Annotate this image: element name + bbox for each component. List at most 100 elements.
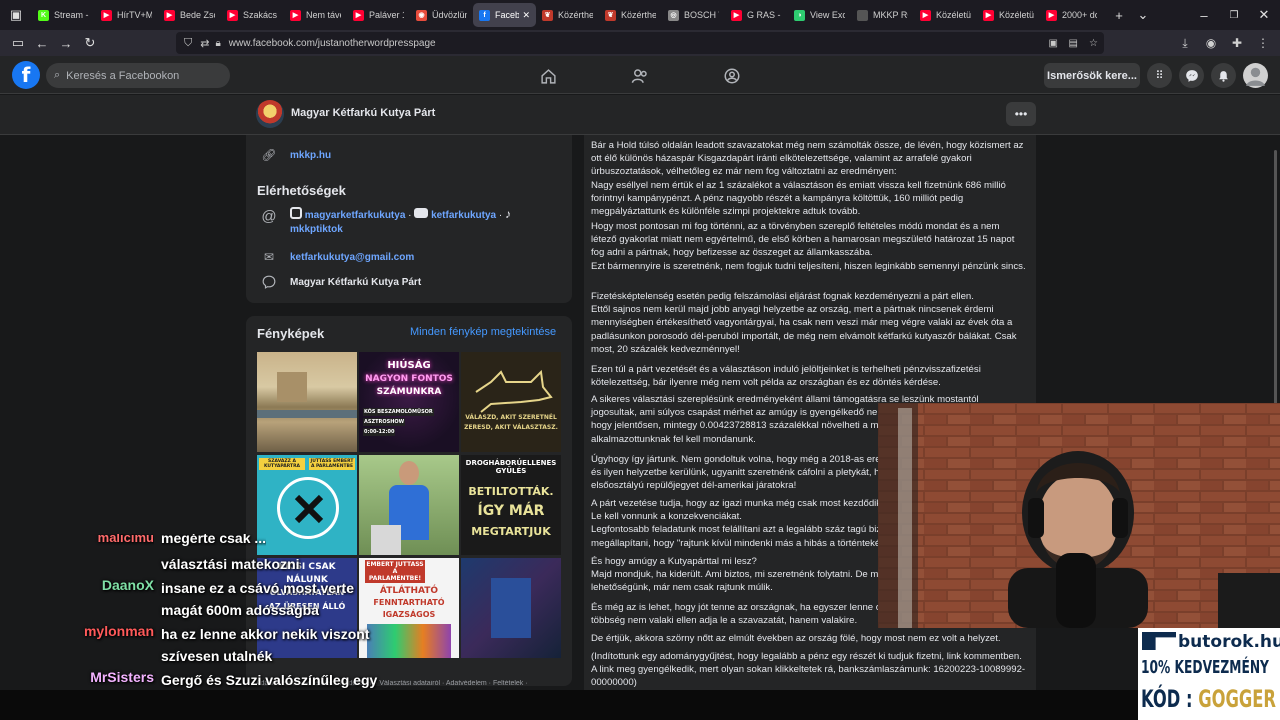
menu-grid-icon[interactable]: ⠿ bbox=[1147, 63, 1172, 88]
photo-4-top2: JUTTASS EMBERT A PARLAMENTBE bbox=[309, 458, 355, 470]
restore-icon[interactable]: ❐ bbox=[1222, 4, 1246, 26]
tab-label: Paláver 1 bbox=[369, 10, 404, 20]
tab-favicon-icon: ▶ bbox=[920, 9, 931, 21]
browser-tab[interactable]: f Facebo✕ bbox=[473, 3, 536, 27]
messenger-icon[interactable] bbox=[1179, 63, 1204, 88]
forward-icon[interactable]: → bbox=[54, 32, 78, 54]
page-sticky-header: Magyar Kétfarkú Kutya Párt ••• bbox=[0, 95, 1280, 135]
back-icon[interactable]: ← bbox=[30, 32, 54, 54]
browser-tab[interactable]: ▶ 2000+ do bbox=[1040, 3, 1103, 27]
search-icon: ⌕ bbox=[54, 69, 61, 81]
chat-message-text: ha ez lenne akkor nekik viszont bbox=[161, 626, 370, 642]
url-text[interactable]: www.facebook.com/justanotherwordpresspag… bbox=[229, 38, 436, 49]
tab-label: G RAS - K bbox=[747, 10, 782, 20]
lock-icon[interactable]: 🔒︎ bbox=[215, 38, 220, 49]
find-friends-button[interactable]: Ismerősök kere... bbox=[1044, 63, 1140, 88]
tab-close-icon[interactable]: ✕ bbox=[522, 10, 530, 21]
facebook-search[interactable]: ⌕ Keresés a Facebookon bbox=[46, 63, 230, 88]
tiktok-link[interactable]: mkkptiktok bbox=[290, 224, 343, 235]
tab-overview-icon[interactable]: ▣ bbox=[4, 4, 28, 26]
menu-icon[interactable]: ⋮ bbox=[1252, 32, 1274, 54]
instagram-link[interactable]: magyarketfarkukutya bbox=[305, 210, 406, 221]
profile-avatar[interactable] bbox=[1243, 63, 1268, 88]
page-avatar[interactable] bbox=[256, 100, 284, 128]
browser-tab[interactable]: ❦ Közérthet bbox=[536, 3, 599, 27]
photo-1[interactable] bbox=[257, 352, 357, 452]
social-links: magyarketfarkukutya · ketfarkukutya · ♪ … bbox=[290, 207, 530, 237]
browser-tab[interactable]: ▶ Közéletün bbox=[914, 3, 977, 27]
extensions-icon[interactable]: ✚ bbox=[1226, 32, 1248, 54]
photo-8-main3: IGAZSÁGOS bbox=[382, 610, 436, 619]
photo-8[interactable]: EMBERT JUTTASS A PARLAMENTBE! ÁTLÁTHATÓ … bbox=[359, 558, 459, 658]
groups-nav-icon[interactable] bbox=[712, 65, 752, 87]
account-icon[interactable]: ◉ bbox=[1200, 32, 1222, 54]
more-options-icon[interactable]: ••• bbox=[1006, 102, 1036, 126]
permissions-icon[interactable]: ⇄ bbox=[200, 37, 209, 50]
photo-4-top: SZAVAZZ A KUTYAPÁRTRA bbox=[259, 458, 305, 470]
tab-label: MKKP RÓSÁN bbox=[873, 10, 908, 20]
browser-tab[interactable]: K Stream - bbox=[32, 3, 95, 27]
tab-favicon-icon: ❦ bbox=[605, 9, 616, 21]
messenger-contact-icon bbox=[260, 273, 278, 291]
address-bar[interactable]: ⛉ ⇄ 🔒︎ www.facebook.com/justanotherwordp… bbox=[176, 32, 1104, 54]
browser-tab[interactable]: ◉ Üdvözlün bbox=[410, 3, 473, 27]
tab-label: BOSCH W bbox=[684, 10, 719, 20]
browser-tab[interactable]: ❦ Közérthet bbox=[599, 3, 662, 27]
new-tab-icon[interactable]: + bbox=[1107, 4, 1131, 26]
picture-in-picture-icon[interactable]: ▣ bbox=[1049, 38, 1058, 49]
photo-2-line1: HIÚSÁG bbox=[387, 360, 431, 371]
browser-tab[interactable]: ▶ Bede Zsó bbox=[158, 3, 221, 27]
post-paragraph: Ezen túl a párt vezetését és a választás… bbox=[591, 364, 981, 389]
youtube-link[interactable]: ketfarkukutya bbox=[431, 210, 496, 221]
photo-6-main1: BETILTOTTÁK. bbox=[468, 485, 554, 498]
photo-5[interactable] bbox=[359, 455, 459, 555]
photo-6[interactable]: DROGHÁBORÚELLENES GYŰLÉS BETILTOTTÁK. ÍG… bbox=[461, 455, 561, 555]
friends-nav-icon[interactable] bbox=[620, 65, 660, 87]
shield-icon[interactable]: ⛉ bbox=[184, 37, 192, 50]
see-all-photos-link[interactable]: Minden fénykép megtekintése bbox=[410, 326, 556, 338]
browser-tools: ⤓ ◉ ✚ ⋮ bbox=[1174, 32, 1274, 54]
website-link[interactable]: mkkp.hu bbox=[290, 150, 331, 161]
tab-label: HírTV+M bbox=[117, 10, 152, 20]
browser-tab[interactable]: MKKP RÓSÁN bbox=[851, 3, 914, 27]
chat-message-text-cont: szívesen utalnék bbox=[161, 648, 273, 664]
chat-username: DaanoX bbox=[101, 577, 154, 593]
reload-icon[interactable]: ↻ bbox=[78, 32, 102, 54]
facebook-logo[interactable]: f bbox=[12, 61, 40, 89]
sponsor-code-label: KÓD : bbox=[1141, 685, 1199, 713]
photo-4[interactable]: SZAVAZZ A KUTYAPÁRTRA JUTTASS EMBERT A P… bbox=[257, 455, 357, 555]
home-nav-icon[interactable] bbox=[528, 65, 568, 87]
tab-label: Nem táve bbox=[306, 10, 341, 20]
contacts-title: Elérhetőségek bbox=[257, 183, 346, 198]
notifications-bell-icon[interactable] bbox=[1211, 63, 1236, 88]
youtube-icon bbox=[414, 208, 429, 218]
reader-view-icon[interactable]: ▤ bbox=[1069, 38, 1078, 49]
sponsor-banner: butorok.hu 10% KEDVEZMÉNY KÓD : GOGGER bbox=[1138, 628, 1280, 720]
browser-tab[interactable]: ▶ G RAS - K bbox=[725, 3, 788, 27]
browser-tab[interactable]: ◑ View Exce bbox=[788, 3, 851, 27]
tab-list-dropdown-icon[interactable]: ⌄ bbox=[1131, 4, 1155, 26]
post-paragraph: Hogy most pontosan mi fog történni, az a… bbox=[591, 221, 1026, 272]
tab-label: Szakács I bbox=[243, 10, 278, 20]
browser-tab[interactable]: ▶ Nem táve bbox=[284, 3, 347, 27]
minimize-icon[interactable]: – bbox=[1192, 4, 1216, 26]
sidebar-toggle-icon[interactable]: ▭ bbox=[6, 32, 30, 54]
messenger-name[interactable]: Magyar Kétfarkú Kutya Párt bbox=[290, 277, 421, 288]
bookmark-star-icon[interactable]: ☆ bbox=[1089, 38, 1098, 49]
email-link[interactable]: ketfarkukutya@gmail.com bbox=[290, 252, 414, 263]
photo-9[interactable] bbox=[461, 558, 561, 658]
browser-tab[interactable]: ▶ Közéletün bbox=[977, 3, 1040, 27]
chat-msg-line0: választási matekozni bbox=[161, 556, 300, 572]
photo-2[interactable]: HIÚSÁG NAGYON FONTOS SZÁMUNKRA KÓS BESZA… bbox=[359, 352, 459, 452]
downloads-icon[interactable]: ⤓ bbox=[1174, 32, 1196, 54]
browser-tab[interactable]: ▶ Paláver 1 bbox=[347, 3, 410, 27]
chat-msg-partial: megérte csak ... bbox=[161, 534, 267, 546]
browser-tab[interactable]: ◎ BOSCH W bbox=[662, 3, 725, 27]
cat-drawing bbox=[475, 369, 553, 413]
close-window-icon[interactable]: ✕ bbox=[1252, 4, 1276, 26]
tab-label: Stream - bbox=[54, 10, 89, 20]
photo-3[interactable]: VÁLASZD, AKIT SZERETNÉL ZERESD, AKIT VÁL… bbox=[461, 352, 561, 452]
browser-tab[interactable]: ▶ Szakács I bbox=[221, 3, 284, 27]
page-name[interactable]: Magyar Kétfarkú Kutya Párt bbox=[291, 107, 435, 119]
browser-tab[interactable]: ▶ HírTV+M bbox=[95, 3, 158, 27]
